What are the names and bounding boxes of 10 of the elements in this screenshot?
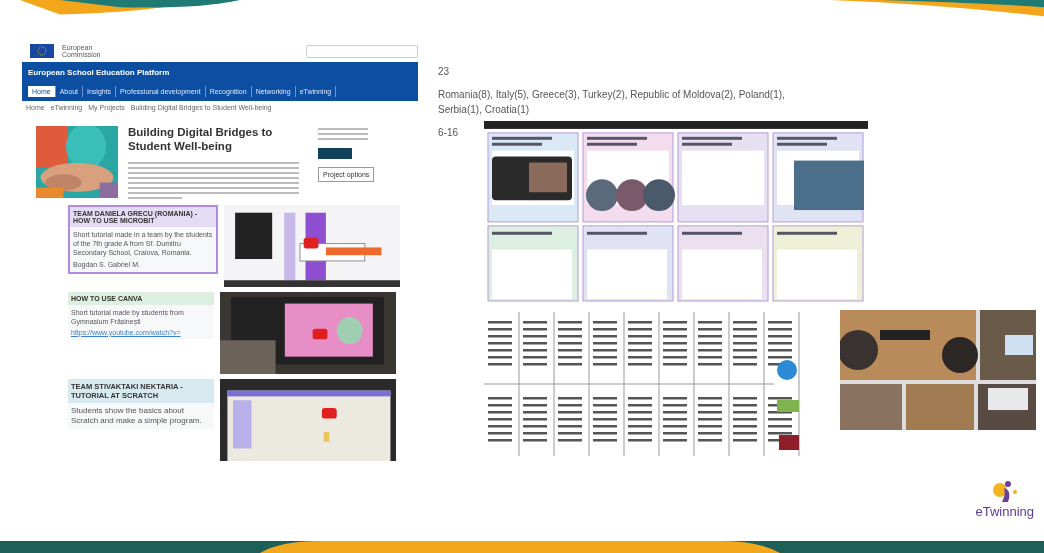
etwinning-logo: eTwinning — [975, 504, 1034, 519]
card-text: Students show the basics about Scratch and make a simple program. — [70, 405, 203, 427]
update-button[interactable] — [318, 148, 352, 159]
countries-text: Romania(8), Italy(5), Greece(3), Turkey(2), Republic of Moldova(2), Poland(1), Serbia(1), Croatia(1) — [438, 88, 786, 117]
flag-icon — [30, 44, 54, 58]
search-field[interactable] — [306, 44, 418, 58]
age-range-text: 6-16 — [438, 126, 459, 140]
project-title: Building Digital Bridges to Student Well-being — [128, 126, 274, 154]
count-text: 23 — [438, 65, 451, 77]
platform-title: European School Education Platform — [28, 68, 171, 77]
